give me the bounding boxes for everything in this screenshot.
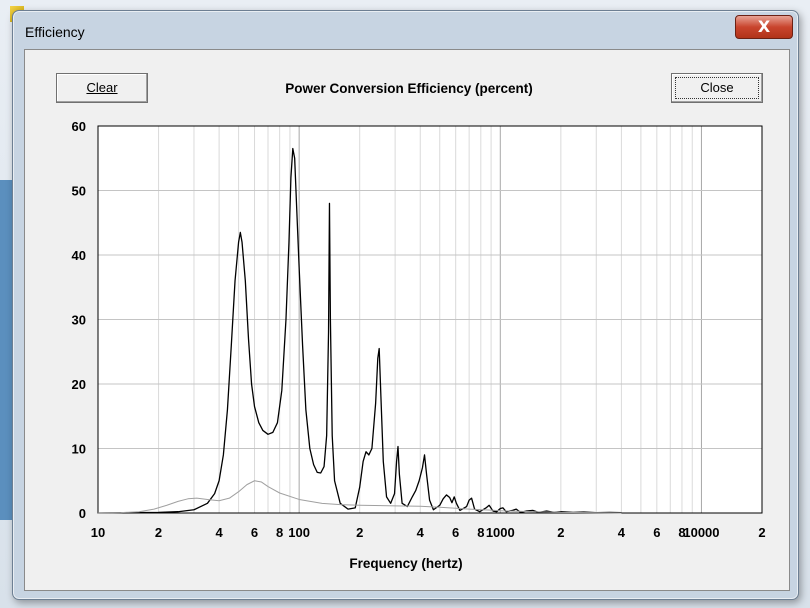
x-tick-label: 100 (288, 525, 310, 540)
y-tick-label: 20 (72, 377, 86, 392)
close-icon[interactable]: X (735, 15, 793, 39)
x-tick-label: 2 (557, 525, 564, 540)
y-tick-label: 30 (72, 313, 86, 328)
y-tick-labels: 0 10 20 30 40 50 60 (72, 119, 86, 521)
window-title: Efficiency (25, 24, 85, 40)
x-tick-label: 10000 (683, 525, 719, 540)
x-tick-label: 6 (452, 525, 459, 540)
y-tick-label: 0 (79, 506, 86, 521)
y-tick-label: 10 (72, 442, 86, 457)
x-axis-label: Frequency (hertz) (349, 556, 462, 571)
y-tick-label: 50 (72, 184, 86, 199)
x-tick-labels: 10 2 4 6 8 100 2 4 6 8 1000 2 4 6 810000 2 (91, 525, 766, 540)
x-tick-label: 1000 (486, 525, 515, 540)
x-tick-label: 6 (653, 525, 660, 540)
x-tick-label: 8 (276, 525, 283, 540)
x-tick-label: 8 (477, 525, 484, 540)
x-tick-label: 10 (91, 525, 105, 540)
x-tick-label: 4 (417, 525, 425, 540)
efficiency-chart: 0102030405060 10 2 4 6 8 100 2 4 6 8 1000 2 4 6 810000… (72, 119, 766, 571)
y-tick-label: 60 (72, 119, 86, 134)
x-tick-label: 6 (251, 525, 258, 540)
x-tick-label: 4 (618, 525, 626, 540)
x-tick-label: 4 (215, 525, 223, 540)
x-tick-label: 2 (356, 525, 363, 540)
title-bar[interactable]: Efficiency X (13, 11, 798, 47)
x-tick-label: 2 (155, 525, 162, 540)
y-tick-label: 40 (72, 248, 86, 263)
dialog-client-area: Clear Power Conversion Efficiency (perce… (24, 49, 790, 591)
x-tick-label: 2 (758, 525, 765, 540)
efficiency-dialog: Efficiency X Clear Power Conversion Effi… (12, 10, 799, 600)
